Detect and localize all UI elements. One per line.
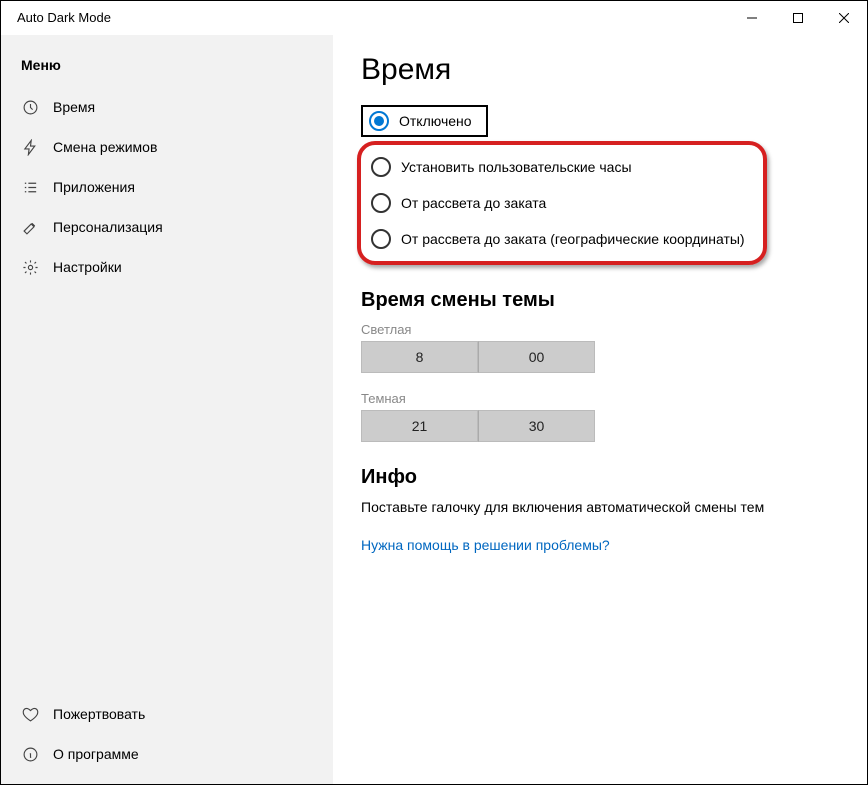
section-info-title: Инфо — [361, 466, 837, 489]
radio-sunrise-geo[interactable]: От рассвета до заката (географические ко… — [363, 221, 753, 257]
window-controls — [729, 1, 867, 34]
light-theme-label: Светлая — [361, 322, 837, 337]
radio-disabled[interactable]: Отключено — [361, 105, 488, 137]
sidebar-item-apps[interactable]: Приложения — [1, 167, 333, 207]
app-title: Auto Dark Mode — [17, 10, 111, 25]
titlebar: Auto Dark Mode — [1, 1, 867, 35]
radio-icon — [369, 111, 389, 131]
dark-hour[interactable]: 21 — [361, 410, 478, 442]
radio-icon — [371, 193, 391, 213]
sidebar-item-about[interactable]: О программе — [1, 734, 333, 774]
heart-icon — [21, 705, 39, 723]
info-text: Поставьте галочку для включения автомати… — [361, 499, 837, 515]
clock-icon — [21, 98, 39, 116]
radio-group-mode: Отключено Установить пользовательские ча… — [361, 105, 837, 265]
maximize-icon — [793, 13, 803, 23]
lightning-icon — [21, 138, 39, 156]
radio-label: От рассвета до заката (географические ко… — [401, 231, 745, 247]
radio-label: Установить пользовательские часы — [401, 159, 632, 175]
minimize-icon — [747, 13, 757, 23]
radio-label: Отключено — [399, 113, 472, 129]
sidebar-item-switch-modes[interactable]: Смена режимов — [1, 127, 333, 167]
page-title: Время — [361, 53, 837, 87]
close-icon — [839, 13, 849, 23]
sidebar-item-label: Персонализация — [53, 219, 163, 235]
sidebar: Меню Время Смена режимов Приложения Перс… — [1, 35, 333, 784]
sidebar-item-label: Смена режимов — [53, 139, 157, 155]
dark-theme-label: Темная — [361, 391, 837, 406]
sidebar-item-personalization[interactable]: Персонализация — [1, 207, 333, 247]
radio-label: От рассвета до заката — [401, 195, 546, 211]
dark-minute[interactable]: 30 — [478, 410, 595, 442]
light-hour[interactable]: 8 — [361, 341, 478, 373]
radio-icon — [371, 157, 391, 177]
list-icon — [21, 178, 39, 196]
edit-icon — [21, 218, 39, 236]
help-link[interactable]: Нужна помощь в решении проблемы? — [361, 537, 837, 553]
sidebar-item-label: Время — [53, 99, 95, 115]
dark-time-picker[interactable]: 21 30 — [361, 410, 837, 442]
radio-sunrise-sunset[interactable]: От рассвета до заката — [363, 185, 753, 221]
content: Время Отключено Установить пользовательс… — [333, 35, 867, 784]
radio-custom-hours[interactable]: Установить пользовательские часы — [363, 149, 753, 185]
minimize-button[interactable] — [729, 1, 775, 34]
sidebar-item-time[interactable]: Время — [1, 87, 333, 127]
info-icon — [21, 745, 39, 763]
sidebar-item-label: Пожертвовать — [53, 706, 145, 722]
sidebar-item-settings[interactable]: Настройки — [1, 247, 333, 287]
gear-icon — [21, 258, 39, 276]
section-theme-switch-title: Время смены темы — [361, 289, 837, 312]
light-time-picker[interactable]: 8 00 — [361, 341, 837, 373]
radio-icon — [371, 229, 391, 249]
annotation-highlight: Установить пользовательские часы От расс… — [357, 141, 767, 265]
light-minute[interactable]: 00 — [478, 341, 595, 373]
sidebar-item-donate[interactable]: Пожертвовать — [1, 694, 333, 734]
close-button[interactable] — [821, 1, 867, 34]
sidebar-heading: Меню — [1, 57, 333, 87]
sidebar-item-label: О программе — [53, 746, 139, 762]
sidebar-item-label: Настройки — [53, 259, 122, 275]
sidebar-item-label: Приложения — [53, 179, 135, 195]
maximize-button[interactable] — [775, 1, 821, 34]
